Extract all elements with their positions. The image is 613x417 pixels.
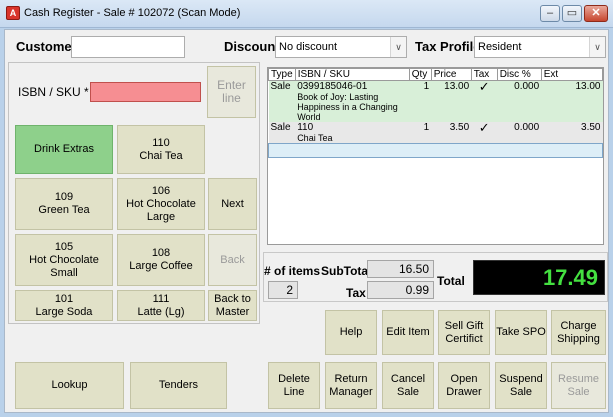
suspend-sale-button[interactable]: Suspend Sale [495, 362, 547, 409]
help-button[interactable]: Help [325, 310, 377, 355]
back-button[interactable]: Back [208, 234, 257, 286]
customer-input[interactable] [71, 36, 185, 58]
row-disc: 0.000 [514, 81, 540, 92]
new-entry-row[interactable] [268, 143, 603, 158]
chai-tea-button[interactable]: 110 Chai Tea [117, 125, 205, 174]
checkmark-icon: ✓ [478, 120, 490, 135]
minimize-button[interactable]: – [540, 5, 560, 22]
line-items-table: Type ISBN / SKU Qty Price Tax Disc % Ext… [268, 68, 603, 158]
items-count-label: # of items [264, 264, 321, 278]
subtotal-label: SubTotal [321, 264, 372, 278]
take-spo-button[interactable]: Take SPO [495, 310, 547, 355]
green-tea-button[interactable]: 109 Green Tea [15, 178, 113, 230]
app-icon: A [6, 6, 20, 20]
chevron-down-icon[interactable]: ∨ [390, 37, 406, 57]
row-type: Sale [270, 81, 291, 92]
tax-profile-select[interactable]: Resident ∨ [474, 36, 606, 58]
close-icon: ✕ [591, 7, 601, 19]
row-sku: 0399185046-01 Book of Joy: Lasting Happin… [295, 81, 409, 122]
title-bar: A Cash Register - Sale # 102072 (Scan Mo… [0, 0, 613, 28]
next-button[interactable]: Next [208, 178, 257, 230]
tax-profile-label: Tax Profile [415, 39, 481, 54]
discount-select[interactable]: No discount ∨ [275, 36, 407, 58]
col-disc[interactable]: Disc % [496, 68, 542, 81]
discount-label: Discount [224, 39, 280, 54]
tax-profile-value: Resident [478, 41, 522, 53]
charge-shipping-button[interactable]: Charge Shipping [551, 310, 606, 355]
tax-label: Tax [346, 286, 366, 300]
item-entry-panel: ISBN / SKU * Enter line Drink Extras 110… [8, 62, 260, 324]
lookup-button[interactable]: Lookup [15, 362, 124, 409]
cancel-sale-button[interactable]: Cancel Sale [382, 362, 434, 409]
row-ext: 3.50 [581, 122, 601, 133]
col-type[interactable]: Type [268, 68, 296, 81]
grid-header-row: Type ISBN / SKU Qty Price Tax Disc % Ext [268, 68, 603, 81]
delete-line-button[interactable]: Delete Line [268, 362, 320, 409]
row-qty: 1 [423, 122, 430, 133]
row-price: 3.50 [449, 122, 470, 133]
maximize-icon: ▭ [566, 7, 578, 19]
total-display: 17.49 [473, 260, 605, 295]
tenders-button[interactable]: Tenders [130, 362, 227, 409]
table-row[interactable]: Sale 110 Chai Tea 1 3.50 ✓ 0.000 3.50 [268, 120, 603, 144]
maximize-button[interactable]: ▭ [562, 5, 582, 22]
row-description: Chai Tea [297, 133, 333, 143]
edit-item-button[interactable]: Edit Item [382, 310, 434, 355]
resume-sale-button[interactable]: Resume Sale [551, 362, 606, 409]
main-window: Customer Discount No discount ∨ Tax Prof… [4, 29, 609, 413]
row-sku-text: 0399185046-01 [297, 81, 368, 92]
checkmark-icon: ✓ [478, 79, 490, 94]
table-row[interactable]: Sale 0399185046-01 Book of Joy: Lasting H… [268, 79, 603, 122]
row-price: 13.00 [444, 81, 470, 92]
large-coffee-button[interactable]: 108 Large Coffee [117, 234, 205, 286]
isbn-input[interactable] [90, 82, 201, 102]
row-type: Sale [270, 122, 291, 133]
large-soda-button[interactable]: 101 Large Soda [15, 290, 113, 321]
enter-line-button[interactable]: Enter line [207, 66, 256, 118]
row-disc: 0.000 [514, 122, 540, 133]
back-to-master-button[interactable]: Back to Master [208, 290, 257, 321]
col-sku[interactable]: ISBN / SKU [294, 68, 410, 81]
isbn-label: ISBN / SKU * [18, 85, 89, 99]
sell-gift-certificate-button[interactable]: Sell Gift Certifict [438, 310, 490, 355]
hot-chocolate-small-button[interactable]: 105 Hot Chocolate Small [15, 234, 113, 286]
row-sku-text: 110 [297, 122, 314, 133]
open-drawer-button[interactable]: Open Drawer [438, 362, 490, 409]
col-price[interactable]: Price [430, 68, 472, 81]
drink-extras-button[interactable]: Drink Extras [15, 125, 113, 174]
col-qty[interactable]: Qty [408, 68, 432, 81]
discount-value: No discount [279, 41, 338, 53]
customer-label: Customer [16, 39, 77, 54]
chevron-down-icon[interactable]: ∨ [589, 37, 605, 57]
return-manager-button[interactable]: Return Manager [325, 362, 377, 409]
tax-value: 0.99 [367, 281, 434, 299]
hot-chocolate-large-button[interactable]: 106 Hot Chocolate Large [117, 178, 205, 230]
minimize-icon: – [546, 7, 554, 19]
row-ext: 13.00 [575, 81, 601, 92]
close-button[interactable]: ✕ [584, 5, 608, 22]
latte-lg-button[interactable]: 111 Latte (Lg) [117, 290, 205, 321]
row-description: Book of Joy: Lasting Happiness in a Chan… [297, 92, 398, 122]
items-count-value: 2 [268, 281, 298, 299]
total-label: Total [437, 274, 465, 288]
col-ext[interactable]: Ext [540, 68, 603, 81]
row-sku: 110 Chai Tea [295, 122, 409, 144]
window-title: Cash Register - Sale # 102072 (Scan Mode… [24, 7, 241, 19]
row-qty: 1 [423, 81, 430, 92]
line-items-grid[interactable]: Type ISBN / SKU Qty Price Tax Disc % Ext… [267, 67, 604, 245]
subtotal-value: 16.50 [367, 260, 434, 278]
